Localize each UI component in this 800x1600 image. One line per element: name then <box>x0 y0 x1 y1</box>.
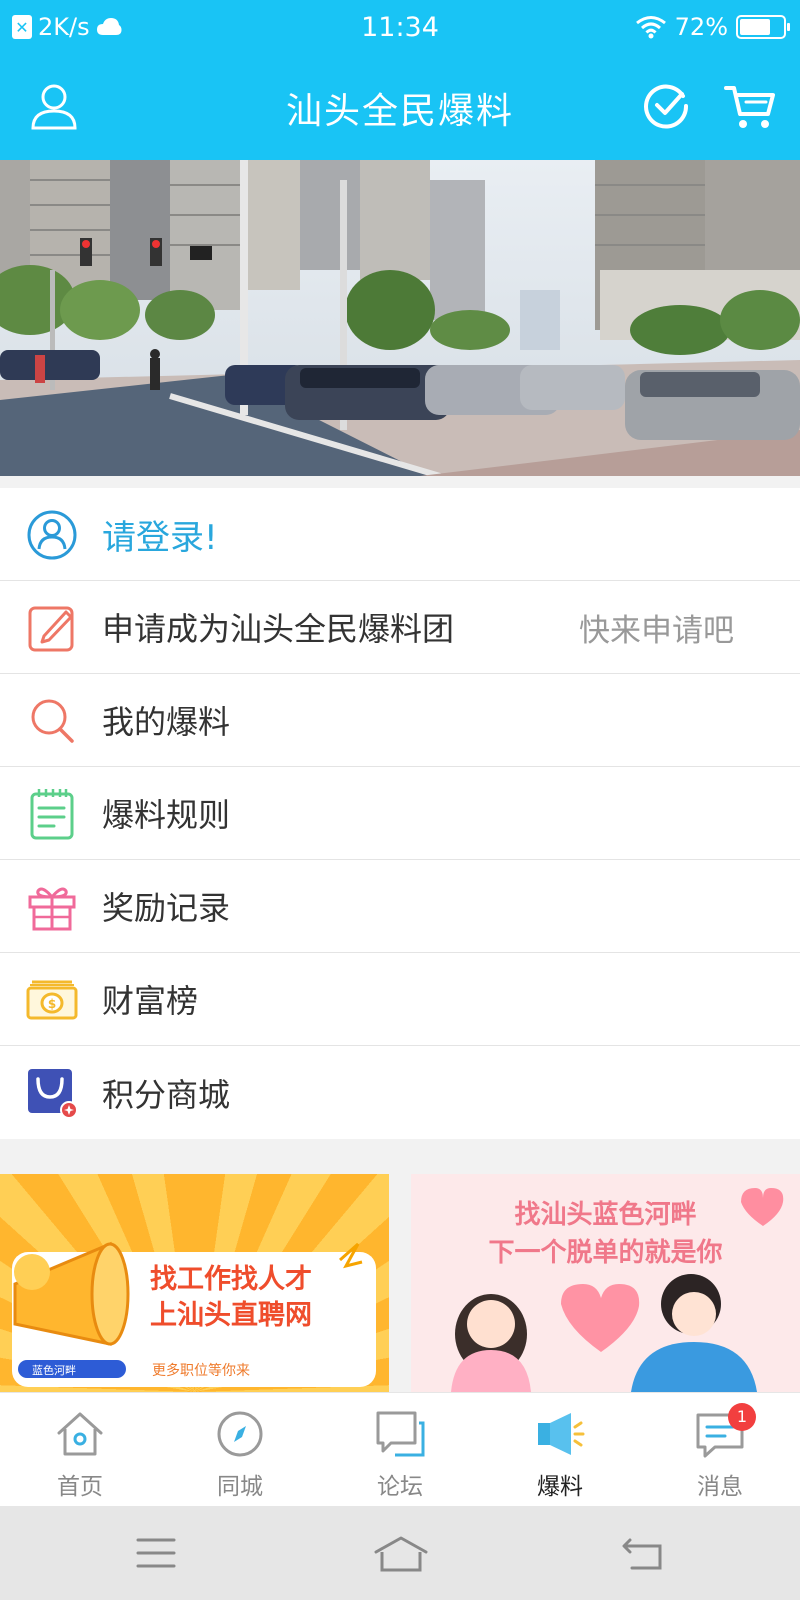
menu-label-wealth-ranking: 财富榜 <box>102 982 199 1020</box>
tab-forum[interactable]: 论坛 <box>320 1393 480 1507</box>
battery-icon <box>736 15 790 39</box>
compass-icon <box>217 1411 263 1457</box>
tab-report[interactable]: 爆料 <box>480 1393 640 1507</box>
system-nav-bar <box>0 1506 800 1600</box>
tab-messages[interactable]: 1 消息 <box>640 1393 800 1507</box>
tab-home[interactable]: 首页 <box>0 1393 160 1507</box>
ad-section: 找工作找人才 上汕头直聘网 蓝色河畔 更多职位等你来 找汕头蓝色河畔 下一个脱单… <box>0 1174 800 1392</box>
status-bar: ✕ 2K/s 11:34 72% <box>0 0 800 55</box>
megaphone-icon <box>538 1413 585 1455</box>
money-icon: $ <box>26 980 78 1020</box>
bottom-tab-bar: 首页 同城 论坛 爆料 1 消息 <box>0 1392 800 1506</box>
edit-icon <box>28 606 74 652</box>
menu-item-rules[interactable]: 爆料规则 <box>0 767 800 860</box>
menu-item-my-reports[interactable]: 我的爆料 <box>0 674 800 767</box>
menu-label-points-mall: 积分商城 <box>102 1075 231 1114</box>
ad-recruitment-line2: 上汕头直聘网 <box>150 1300 312 1331</box>
ad-recruitment-sub: 更多职位等你来 <box>152 1363 250 1379</box>
ad-dating-headline: 找汕头蓝色河畔 下一个脱单的就是你 <box>411 1196 800 1272</box>
check-circle-icon[interactable] <box>640 80 692 132</box>
cart-icon[interactable] <box>724 80 776 132</box>
menu-label-rewards: 奖励记录 <box>102 889 231 927</box>
login-label: 请登录! <box>102 517 218 558</box>
menu-item-apply[interactable]: 申请成为汕头全民爆料团 快来申请吧 <box>0 581 800 674</box>
battery-fill <box>740 19 771 35</box>
avatar-icon <box>27 510 77 560</box>
status-right: 72% <box>635 13 790 41</box>
menu-label-my-reports: 我的爆料 <box>102 703 231 741</box>
tab-label-report: 爆料 <box>537 1474 583 1500</box>
battery-percent: 72% <box>674 13 728 41</box>
ad-dating-line1: 找汕头蓝色河畔 <box>514 1200 697 1230</box>
wifi-icon <box>635 16 666 39</box>
ad-recruitment-tag: 蓝色河畔 <box>32 1364 76 1377</box>
message-badge: 1 <box>728 1403 756 1431</box>
gift-icon <box>28 887 76 931</box>
street-scene-image <box>0 160 800 476</box>
ad-recruitment[interactable]: 找工作找人才 上汕头直聘网 蓝色河畔 更多职位等你来 <box>0 1174 389 1392</box>
tab-label-local: 同城 <box>217 1474 263 1500</box>
menu-label-apply: 申请成为汕头全民爆料团 <box>102 610 455 648</box>
top-bar: ✕ 2K/s 11:34 72% 汕头全民爆料 <box>0 0 800 160</box>
banner-image[interactable] <box>0 160 800 476</box>
home-icon <box>57 1412 103 1456</box>
menu-item-rewards[interactable]: 奖励记录 <box>0 860 800 953</box>
ad-recruitment-headline: 找工作找人才 上汕头直聘网 <box>150 1262 312 1334</box>
tab-label-home: 首页 <box>57 1474 103 1500</box>
menu-hint-apply: 快来申请吧 <box>579 612 734 649</box>
forum-icon <box>376 1411 425 1457</box>
ad-dating[interactable]: 找汕头蓝色河畔 下一个脱单的就是你 <box>411 1174 800 1392</box>
notepad-icon <box>30 789 74 840</box>
back-icon[interactable] <box>622 1536 664 1572</box>
menu-list: 请登录! 申请成为汕头全民爆料团 快来申请吧 我的爆料 爆料规则 奖励记录 $ … <box>0 488 800 1139</box>
login-row[interactable]: 请登录! <box>0 488 800 581</box>
shopping-bag-icon <box>28 1069 78 1119</box>
menu-icon[interactable] <box>136 1536 176 1570</box>
menu-label-rules: 爆料规则 <box>102 796 231 834</box>
tab-label-messages: 消息 <box>697 1474 743 1500</box>
search-icon <box>31 699 74 743</box>
menu-item-points-mall[interactable]: 积分商城 <box>0 1046 800 1139</box>
ad-dating-line2: 下一个脱单的就是你 <box>488 1238 723 1268</box>
svg-text:$: $ <box>48 997 56 1011</box>
tab-local[interactable]: 同城 <box>160 1393 320 1507</box>
ad-recruitment-line1: 找工作找人才 <box>150 1264 312 1295</box>
home-nav-icon[interactable] <box>374 1536 428 1574</box>
tab-label-forum: 论坛 <box>377 1474 423 1500</box>
menu-item-wealth-ranking[interactable]: $ 财富榜 <box>0 953 800 1046</box>
